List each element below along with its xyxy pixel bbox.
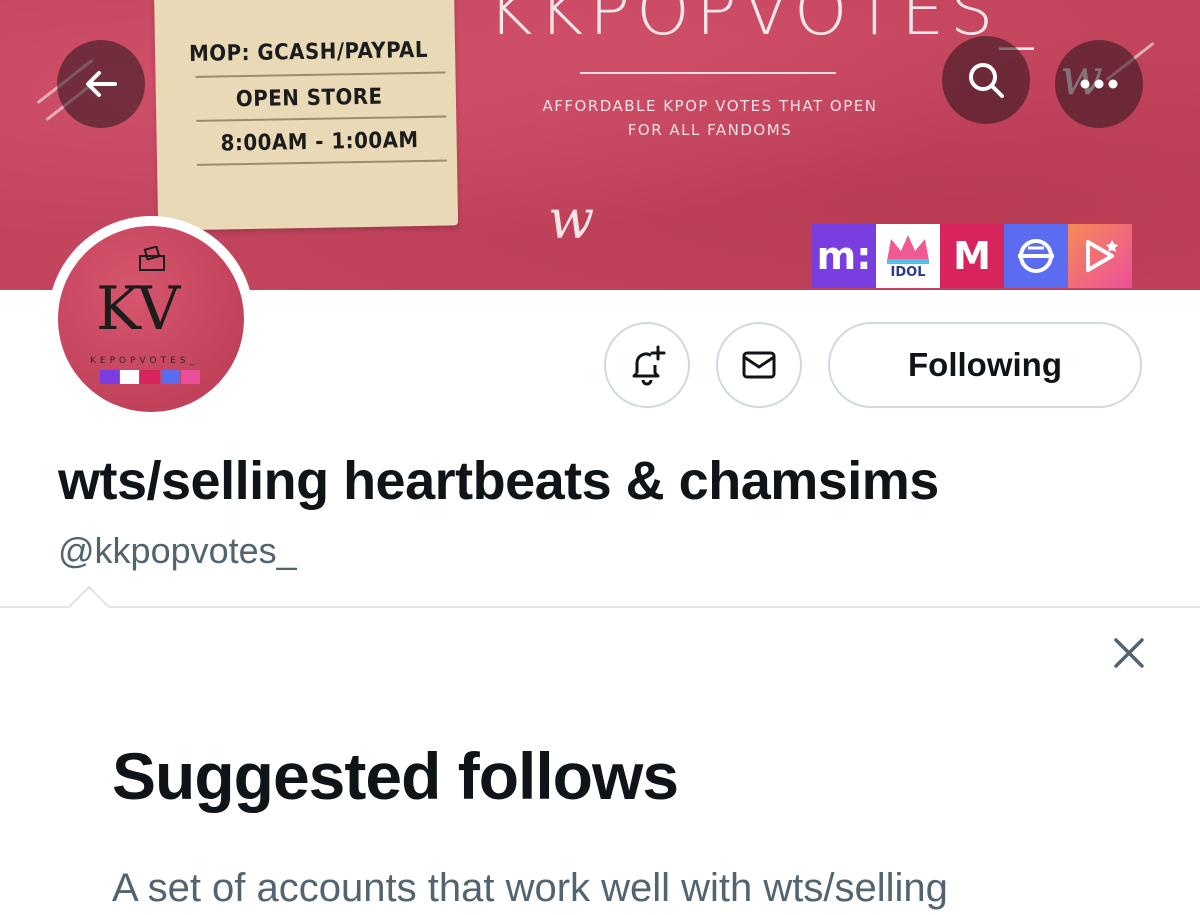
note-line-payment: MOP: GCASH/PAYPAL bbox=[188, 37, 429, 68]
ballot-box-icon bbox=[139, 246, 165, 271]
scribble-decoration: w bbox=[548, 188, 595, 251]
arrow-left-icon bbox=[86, 71, 117, 97]
banner-title: KKPOPVOTES_ bbox=[488, 0, 1040, 51]
notifications-button[interactable] bbox=[604, 322, 690, 408]
suggested-follows-description: A set of accounts that work well with wt… bbox=[112, 866, 948, 910]
bell-plus-icon bbox=[632, 345, 666, 386]
close-suggestions-button[interactable] bbox=[1104, 628, 1154, 678]
following-button[interactable]: Following bbox=[828, 322, 1142, 408]
section-divider bbox=[0, 606, 1200, 608]
display-name: wts/selling heartbeats & chamsims bbox=[58, 451, 939, 511]
note-rule bbox=[196, 115, 447, 122]
message-button[interactable] bbox=[716, 322, 802, 408]
more-horizontal-icon bbox=[1080, 79, 1118, 89]
close-icon bbox=[1114, 638, 1144, 668]
stardium-icon bbox=[1068, 224, 1132, 288]
starplay-icon bbox=[1004, 224, 1068, 288]
suggested-follows-title: Suggested follows bbox=[112, 739, 679, 813]
note-rule bbox=[195, 71, 446, 78]
voting-app-icons: m: IDOL M bbox=[812, 224, 1132, 290]
note-line-open: OPEN STORE bbox=[235, 84, 383, 113]
note-rule bbox=[197, 159, 448, 166]
banner-divider bbox=[580, 72, 836, 74]
search-button[interactable] bbox=[942, 36, 1030, 124]
mnet-plus-icon: M bbox=[940, 224, 1004, 288]
envelope-icon bbox=[742, 351, 776, 379]
popover-pointer bbox=[67, 585, 111, 629]
avatar-image: KV KEPOPVOTES_ bbox=[58, 226, 244, 412]
profile-avatar[interactable]: KV KEPOPVOTES_ bbox=[48, 216, 254, 422]
avatar-subtitle: KEPOPVOTES_ bbox=[90, 356, 199, 366]
mubeat-icon: m: bbox=[812, 224, 876, 288]
avatar-app-strip bbox=[100, 370, 201, 384]
idol-champ-icon: IDOL bbox=[876, 224, 940, 288]
banner-tagline: AFFORDABLE KPOP VOTES THAT OPEN FOR ALL … bbox=[542, 97, 878, 139]
avatar-monogram: KV bbox=[96, 274, 180, 344]
profile-handle: @kkpopvotes_ bbox=[58, 530, 297, 571]
store-info-note: MOP: GCASH/PAYPAL OPEN STORE 8:00AM - 1:… bbox=[153, 0, 459, 231]
more-options-button[interactable] bbox=[1055, 40, 1143, 128]
search-icon bbox=[969, 63, 1004, 98]
back-button[interactable] bbox=[57, 40, 145, 128]
note-line-hours: 8:00AM - 1:00AM bbox=[220, 128, 419, 157]
